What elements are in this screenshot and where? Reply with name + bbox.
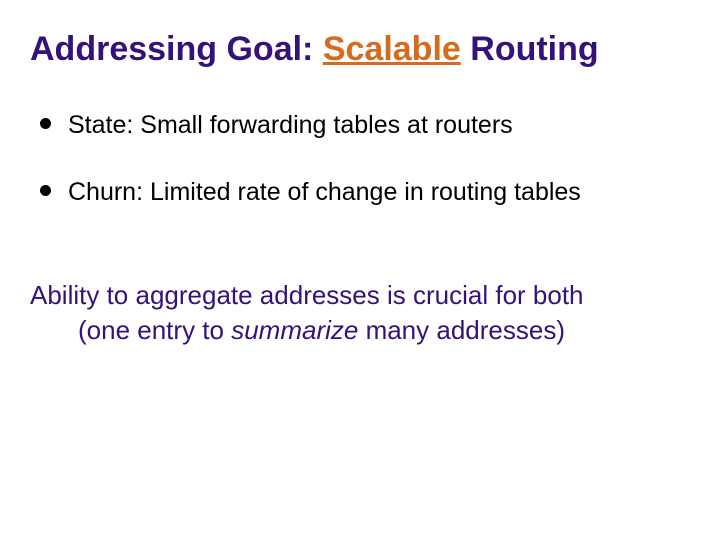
slide-title: Addressing Goal: Scalable Routing: [30, 30, 690, 69]
slide: Addressing Goal: Scalable Routing State:…: [0, 0, 720, 540]
body-line2-emphasis: summarize: [231, 315, 358, 345]
body-line-2: (one entry to summarize many addresses): [30, 313, 690, 348]
list-item: Churn: Limited rate of change in routing…: [36, 176, 690, 209]
title-post: Routing: [461, 30, 599, 68]
list-item: State: Small forwarding tables at router…: [36, 109, 690, 142]
body-line-1: Ability to aggregate addresses is crucia…: [30, 280, 584, 310]
body-paragraph: Ability to aggregate addresses is crucia…: [30, 278, 690, 348]
bullet-list: State: Small forwarding tables at router…: [36, 109, 690, 208]
body-line2-pre: (one entry to: [78, 315, 231, 345]
body-line2-post: many addresses): [358, 315, 565, 345]
title-emphasis: Scalable: [323, 30, 461, 68]
title-pre: Addressing Goal:: [30, 30, 323, 68]
